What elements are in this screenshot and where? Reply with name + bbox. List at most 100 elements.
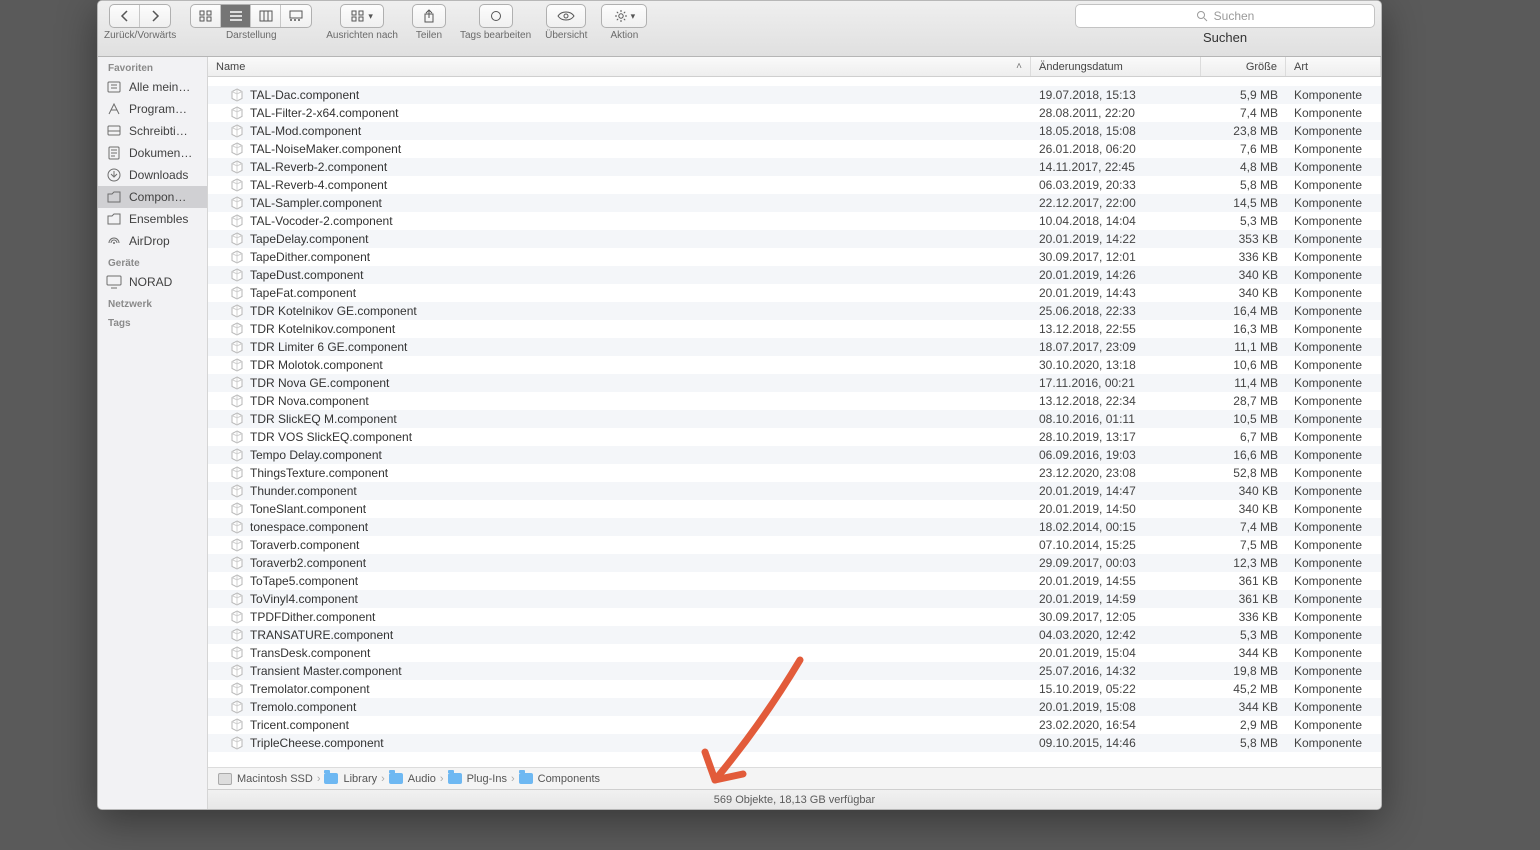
view-column-button[interactable] — [251, 5, 281, 27]
file-size: 10,6 MB — [1201, 358, 1286, 372]
file-size: 19,8 MB — [1201, 664, 1286, 678]
table-row[interactable]: TAL-Mod.component18.05.2018, 15:0823,8 M… — [208, 122, 1381, 140]
view-icon-button[interactable] — [191, 5, 221, 27]
table-row[interactable]: TDR Kotelnikov.component13.12.2018, 22:5… — [208, 320, 1381, 338]
share-button[interactable] — [412, 4, 446, 28]
sidebar-item[interactable]: Program… — [98, 98, 207, 120]
file-list[interactable]: TAL-Dac.component19.07.2018, 15:135,9 MB… — [208, 77, 1381, 767]
table-row[interactable]: Tempo Delay.component06.09.2016, 19:0316… — [208, 446, 1381, 464]
table-row[interactable]: Tremolo.component20.01.2019, 15:08344 KB… — [208, 698, 1381, 716]
sidebar-section-favoriten: Favoriten — [98, 57, 207, 76]
table-row[interactable]: Tricent.component23.02.2020, 16:542,9 MB… — [208, 716, 1381, 734]
table-row[interactable]: TDR Kotelnikov GE.component25.06.2018, 2… — [208, 302, 1381, 320]
sidebar-item[interactable]: Alle mein… — [98, 76, 207, 98]
table-row[interactable]: TapeFat.component20.01.2019, 14:43340 KB… — [208, 284, 1381, 302]
folder-icon — [448, 773, 462, 784]
table-row[interactable]: TRANSATURE.component04.03.2020, 12:425,3… — [208, 626, 1381, 644]
breadcrumb-separator: › — [381, 773, 385, 785]
view-gallery-button[interactable] — [281, 5, 311, 27]
table-row[interactable]: Tremolator.component15.10.2019, 05:2245,… — [208, 680, 1381, 698]
search-placeholder: Suchen — [1214, 9, 1255, 23]
column-size-header[interactable]: Größe — [1201, 57, 1286, 76]
component-icon — [230, 700, 244, 714]
table-row[interactable]: TDR Nova.component13.12.2018, 22:3428,7 … — [208, 392, 1381, 410]
file-size: 7,6 MB — [1201, 142, 1286, 156]
file-name: TDR VOS SlickEQ.component — [250, 430, 412, 444]
action-button[interactable]: ▾ — [601, 4, 647, 28]
table-row[interactable]: TAL-Dac.component19.07.2018, 15:135,9 MB… — [208, 86, 1381, 104]
table-row[interactable]: ToVinyl4.component20.01.2019, 14:59361 K… — [208, 590, 1381, 608]
table-row[interactable]: TDR Limiter 6 GE.component18.07.2017, 23… — [208, 338, 1381, 356]
table-row[interactable]: Toraverb.component07.10.2014, 15:257,5 M… — [208, 536, 1381, 554]
view-list-button[interactable] — [221, 5, 251, 27]
table-row[interactable]: TapeDither.component30.09.2017, 12:01336… — [208, 248, 1381, 266]
breadcrumb[interactable]: Library — [324, 773, 377, 785]
file-date: 20.01.2019, 15:08 — [1031, 700, 1201, 714]
share-caption: Teilen — [416, 30, 442, 41]
file-name: Thunder.component — [250, 484, 357, 498]
sidebar: Favoriten Alle mein…Program…Schreibti…Do… — [98, 57, 208, 809]
column-header: Name ˄ Änderungsdatum Größe Art — [208, 57, 1381, 77]
file-name: TAL-Vocoder-2.component — [250, 214, 393, 228]
table-row[interactable]: ThingsTexture.component23.12.2020, 23:08… — [208, 464, 1381, 482]
table-row[interactable]: TDR VOS SlickEQ.component28.10.2019, 13:… — [208, 428, 1381, 446]
table-row[interactable] — [208, 77, 1381, 86]
table-row[interactable]: Thunder.component20.01.2019, 14:47340 KB… — [208, 482, 1381, 500]
table-row[interactable]: ToTape5.component20.01.2019, 14:55361 KB… — [208, 572, 1381, 590]
column-name-header[interactable]: Name ˄ — [208, 57, 1031, 76]
table-row[interactable]: TAL-Sampler.component22.12.2017, 22:0014… — [208, 194, 1381, 212]
arrange-button[interactable]: ▾ — [340, 4, 384, 28]
column-kind-header[interactable]: Art — [1286, 57, 1381, 76]
tags-button[interactable] — [479, 4, 513, 28]
table-row[interactable]: tonespace.component18.02.2014, 00:157,4 … — [208, 518, 1381, 536]
sidebar-item[interactable]: AirDrop — [98, 230, 207, 252]
table-row[interactable]: TripleCheese.component09.10.2015, 14:465… — [208, 734, 1381, 752]
breadcrumb[interactable]: Macintosh SSD — [218, 773, 313, 785]
search-input[interactable]: Suchen — [1075, 4, 1375, 28]
sidebar-item-norad[interactable]: NORAD — [98, 271, 207, 293]
table-row[interactable]: ToneSlant.component20.01.2019, 14:50340 … — [208, 500, 1381, 518]
column-date-header[interactable]: Änderungsdatum — [1031, 57, 1201, 76]
table-row[interactable]: TPDFDither.component30.09.2017, 12:05336… — [208, 608, 1381, 626]
overview-button[interactable] — [546, 4, 586, 28]
file-kind: Komponente — [1286, 394, 1381, 408]
file-name: TRANSATURE.component — [250, 628, 393, 642]
breadcrumb[interactable]: Audio — [389, 773, 436, 785]
table-row[interactable]: Toraverb2.component29.09.2017, 00:0312,3… — [208, 554, 1381, 572]
file-name: TAL-Reverb-2.component — [250, 160, 387, 174]
file-size: 6,7 MB — [1201, 430, 1286, 444]
breadcrumb[interactable]: Plug-Ins — [448, 773, 507, 785]
back-button[interactable] — [110, 5, 140, 27]
component-icon — [230, 718, 244, 732]
sidebar-item-label: NORAD — [129, 275, 172, 289]
sidebar-item[interactable]: Ensembles — [98, 208, 207, 230]
breadcrumb[interactable]: Components — [519, 773, 600, 785]
breadcrumb-label: Components — [538, 773, 600, 785]
table-row[interactable]: TAL-Vocoder-2.component10.04.2018, 14:04… — [208, 212, 1381, 230]
table-row[interactable]: TDR Molotok.component30.10.2020, 13:1810… — [208, 356, 1381, 374]
sidebar-item[interactable]: Downloads — [98, 164, 207, 186]
file-kind: Komponente — [1286, 268, 1381, 282]
table-row[interactable]: TDR Nova GE.component17.11.2016, 00:2111… — [208, 374, 1381, 392]
table-row[interactable]: TapeDelay.component20.01.2019, 14:22353 … — [208, 230, 1381, 248]
component-icon — [230, 430, 244, 444]
file-name: TapeDither.component — [250, 250, 370, 264]
table-row[interactable]: TapeDust.component20.01.2019, 14:26340 K… — [208, 266, 1381, 284]
table-row[interactable]: TAL-NoiseMaker.component26.01.2018, 06:2… — [208, 140, 1381, 158]
file-size: 23,8 MB — [1201, 124, 1286, 138]
table-row[interactable]: TAL-Filter-2-x64.component28.08.2011, 22… — [208, 104, 1381, 122]
sidebar-item[interactable]: Schreibti… — [98, 120, 207, 142]
file-date: 23.02.2020, 16:54 — [1031, 718, 1201, 732]
sidebar-item[interactable]: Dokumen… — [98, 142, 207, 164]
file-date: 08.10.2016, 01:11 — [1031, 412, 1201, 426]
file-kind: Komponente — [1286, 682, 1381, 696]
sidebar-item[interactable]: Compon… — [98, 186, 207, 208]
component-icon — [230, 520, 244, 534]
table-row[interactable]: Transient Master.component25.07.2016, 14… — [208, 662, 1381, 680]
table-row[interactable]: TDR SlickEQ M.component08.10.2016, 01:11… — [208, 410, 1381, 428]
forward-button[interactable] — [140, 5, 170, 27]
file-kind: Komponente — [1286, 484, 1381, 498]
table-row[interactable]: TransDesk.component20.01.2019, 15:04344 … — [208, 644, 1381, 662]
table-row[interactable]: TAL-Reverb-2.component14.11.2017, 22:454… — [208, 158, 1381, 176]
table-row[interactable]: TAL-Reverb-4.component06.03.2019, 20:335… — [208, 176, 1381, 194]
